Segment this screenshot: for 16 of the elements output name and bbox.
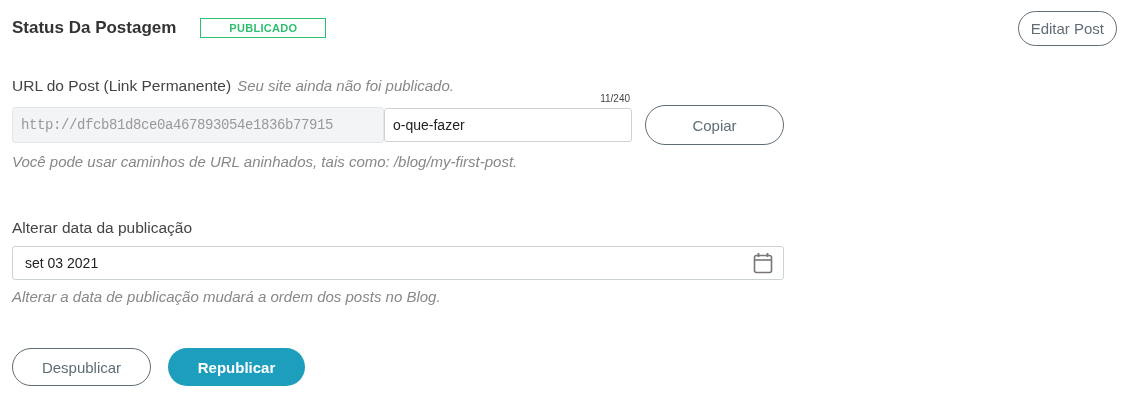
calendar-icon[interactable] [753, 252, 773, 274]
url-hint: Você pode usar caminhos de URL aninhados, tais como: /blog/my-first-post. [12, 153, 519, 172]
date-label: Alterar data da publicação [12, 219, 193, 237]
copy-button[interactable]: Copiar [645, 105, 784, 145]
url-label: URL do Post (Link Permanente) [12, 77, 232, 95]
publish-note: Seu site ainda não foi publicado. [237, 77, 454, 94]
character-counter: 11/240 [599, 93, 630, 105]
section-title: Status Da Postagem [12, 18, 177, 38]
date-hint: Alterar a data de publicação mudará a ordem dos posts no Blog. [12, 288, 442, 307]
url-prefix-field: http://dfcb81d8ce0a467893054e1836b77915 [12, 107, 384, 143]
republish-button[interactable]: Republicar [168, 348, 305, 386]
date-field[interactable]: set 03 2021 [12, 246, 784, 280]
unpublish-button[interactable]: Despublicar [12, 348, 151, 386]
status-badge: PUBLICADO [200, 18, 327, 38]
slug-input-field[interactable]: o-que-fazer [384, 108, 632, 142]
edit-post-button[interactable]: Editar Post [1017, 10, 1117, 46]
